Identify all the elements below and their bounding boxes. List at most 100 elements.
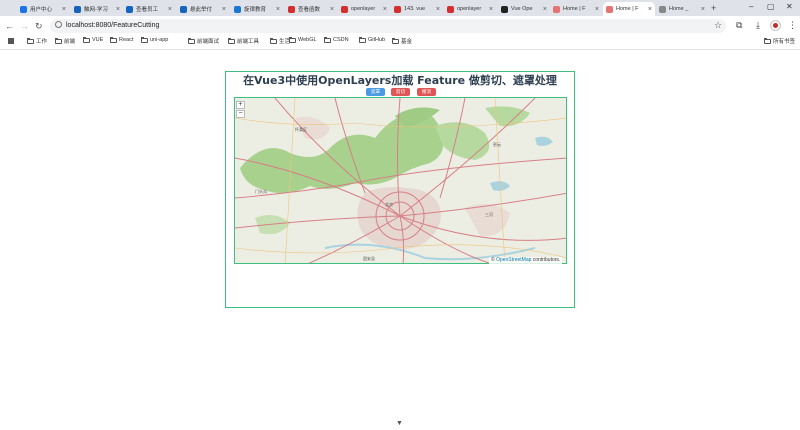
- tab-label: openlayer: [351, 6, 376, 12]
- tab-label: 用户中心: [30, 7, 53, 13]
- tab-close-icon[interactable]: ×: [489, 6, 493, 13]
- all-bookmarks-folder[interactable]: 所有书签: [764, 37, 795, 45]
- folder-icon: [141, 36, 148, 43]
- bookmark-label: CSDN: [333, 37, 349, 43]
- undo-button[interactable]: 撤消: [417, 88, 436, 96]
- bookmark-folder-5[interactable]: 前端面试: [188, 37, 219, 45]
- url-text[interactable]: localhost:8080/FeatureCutting: [66, 22, 159, 29]
- tab-favicon-icon: [234, 5, 241, 13]
- tab-label: 查看员工: [136, 7, 159, 13]
- tab-close-icon[interactable]: ×: [222, 6, 226, 13]
- minimize-button[interactable]: –: [749, 2, 753, 11]
- tab-6[interactable]: openlayer ×: [338, 2, 390, 16]
- kebab-menu-icon[interactable]: ⋮: [788, 20, 797, 31]
- tab-favicon-icon: [126, 5, 133, 13]
- all-bookmarks-label: 所有书签: [773, 39, 796, 45]
- bookmark-label: 基金: [401, 39, 413, 45]
- bookmark-folder-10[interactable]: GitHub: [359, 36, 386, 43]
- maximize-button[interactable]: ▢: [767, 2, 775, 11]
- tab-label: 触网-学习: [84, 7, 108, 13]
- attribution-suffix: contributors.: [531, 257, 561, 263]
- scroll-down-icon[interactable]: ▼: [396, 420, 403, 427]
- tab-favicon-icon: [74, 5, 81, 13]
- puzzle-icon[interactable]: ⧉: [736, 20, 742, 31]
- close-window-button[interactable]: ✕: [786, 2, 793, 11]
- tab-close-icon[interactable]: ×: [168, 6, 172, 13]
- bookmark-label: React: [119, 37, 134, 43]
- bookmark-folder-2[interactable]: VUE: [83, 36, 103, 43]
- bookmark-label: 前端: [64, 39, 76, 45]
- folder-icon: [83, 36, 90, 43]
- bookmark-star-icon[interactable]: ☆: [714, 20, 722, 31]
- tab-favicon-icon: [553, 5, 560, 13]
- tab-strip: 用户中心 × 触网-学习 × 查看员工 × 悬此举付 × 旋律教育 × 查看函数 × openlayer…: [0, 0, 800, 16]
- tab-10[interactable]: Home | F ×: [550, 2, 602, 16]
- bookmark-folder-1[interactable]: 前端: [55, 37, 75, 45]
- tab-1[interactable]: 触网-学习 ×: [71, 2, 123, 16]
- back-icon[interactable]: ←: [5, 21, 14, 31]
- tab-2[interactable]: 查看员工 ×: [123, 2, 175, 16]
- folder-icon: [324, 36, 331, 43]
- tab-favicon-icon: [501, 5, 508, 13]
- bookmark-folder-4[interactable]: uni-app: [141, 36, 168, 43]
- svg-text:怀柔区: 怀柔区: [295, 126, 307, 132]
- bookmark-folder-9[interactable]: CSDN: [324, 36, 349, 43]
- tab-close-icon[interactable]: ×: [116, 6, 120, 13]
- tab-11[interactable]: Home | F ×: [603, 2, 655, 16]
- tab-favicon-icon: [288, 5, 295, 13]
- tab-close-icon[interactable]: ×: [436, 6, 440, 13]
- clip-button[interactable]: 剪切: [391, 88, 410, 96]
- tab-7[interactable]: 143. vue ×: [391, 2, 443, 16]
- folder-icon: [188, 37, 195, 44]
- tab-close-icon[interactable]: ×: [276, 6, 280, 13]
- folder-icon: [289, 36, 296, 43]
- bookmark-folder-3[interactable]: React: [110, 36, 134, 43]
- mask-button[interactable]: 遮罩: [366, 88, 385, 96]
- tab-close-icon[interactable]: ×: [383, 6, 387, 13]
- tab-4[interactable]: 旋律教育 ×: [231, 2, 283, 16]
- osm-tile-layer: 怀柔区 北京 三河 固安县 密云 门头沟: [235, 98, 566, 263]
- tab-3[interactable]: 悬此举付 ×: [177, 2, 229, 16]
- svg-text:北京: 北京: [385, 201, 393, 207]
- zoom-out-button[interactable]: −: [236, 110, 245, 118]
- page-title: 在Vue3中使用OpenLayers加载 Feature 做剪切、遮罩处理: [243, 74, 557, 87]
- bookmark-label: 前端面试: [197, 39, 220, 45]
- forward-icon[interactable]: →: [20, 21, 29, 31]
- folder-icon: [764, 37, 771, 44]
- tab-close-icon[interactable]: ×: [701, 6, 705, 13]
- tab-close-icon[interactable]: ×: [62, 6, 66, 13]
- reload-icon[interactable]: ↻: [35, 21, 43, 32]
- bookmark-folder-11[interactable]: 基金: [392, 37, 412, 45]
- tab-favicon-icon: [606, 5, 613, 13]
- tab-0[interactable]: 用户中心 ×: [17, 2, 69, 16]
- profile-avatar[interactable]: [771, 21, 780, 30]
- zoom-in-button[interactable]: +: [236, 101, 245, 109]
- map-view[interactable]: 怀柔区 北京 三河 固安县 密云 门头沟: [234, 97, 567, 264]
- tab-label: 悬此举付: [190, 7, 213, 13]
- tab-favicon-icon: [394, 5, 401, 13]
- tab-close-icon[interactable]: ×: [543, 6, 547, 13]
- site-info-icon[interactable]: [55, 21, 62, 28]
- tab-8[interactable]: openlayer ×: [444, 2, 496, 16]
- bookmark-folder-8[interactable]: WebGL: [289, 36, 317, 43]
- new-tab-button[interactable]: +: [711, 3, 716, 13]
- tab-close-icon[interactable]: ×: [648, 6, 652, 13]
- tab-close-icon[interactable]: ×: [330, 6, 334, 13]
- bookmark-folder-6[interactable]: 前端工具: [228, 37, 259, 45]
- bookmark-folder-7[interactable]: 生活: [270, 37, 290, 45]
- tab-5[interactable]: 查看函数 ×: [285, 2, 337, 16]
- tab-favicon-icon: [180, 5, 187, 13]
- tab-close-icon[interactable]: ×: [595, 6, 599, 13]
- folder-icon: [359, 36, 366, 43]
- tab-9[interactable]: Vue Ope ×: [498, 2, 550, 16]
- download-icon[interactable]: ⤓: [756, 20, 760, 31]
- folder-icon: [55, 37, 62, 44]
- bookmark-folder-0[interactable]: 工作: [27, 37, 47, 45]
- osm-link[interactable]: OpenStreetMap: [496, 257, 531, 263]
- tab-12[interactable]: Home _ ×: [656, 2, 708, 16]
- bookmark-label: GitHub: [368, 37, 386, 43]
- map-attribution: © OpenStreetMap contributors.: [489, 257, 563, 264]
- tab-label: 查看函数: [298, 7, 321, 13]
- tab-label: openlayer: [457, 6, 482, 12]
- apps-grid-icon[interactable]: [8, 38, 14, 44]
